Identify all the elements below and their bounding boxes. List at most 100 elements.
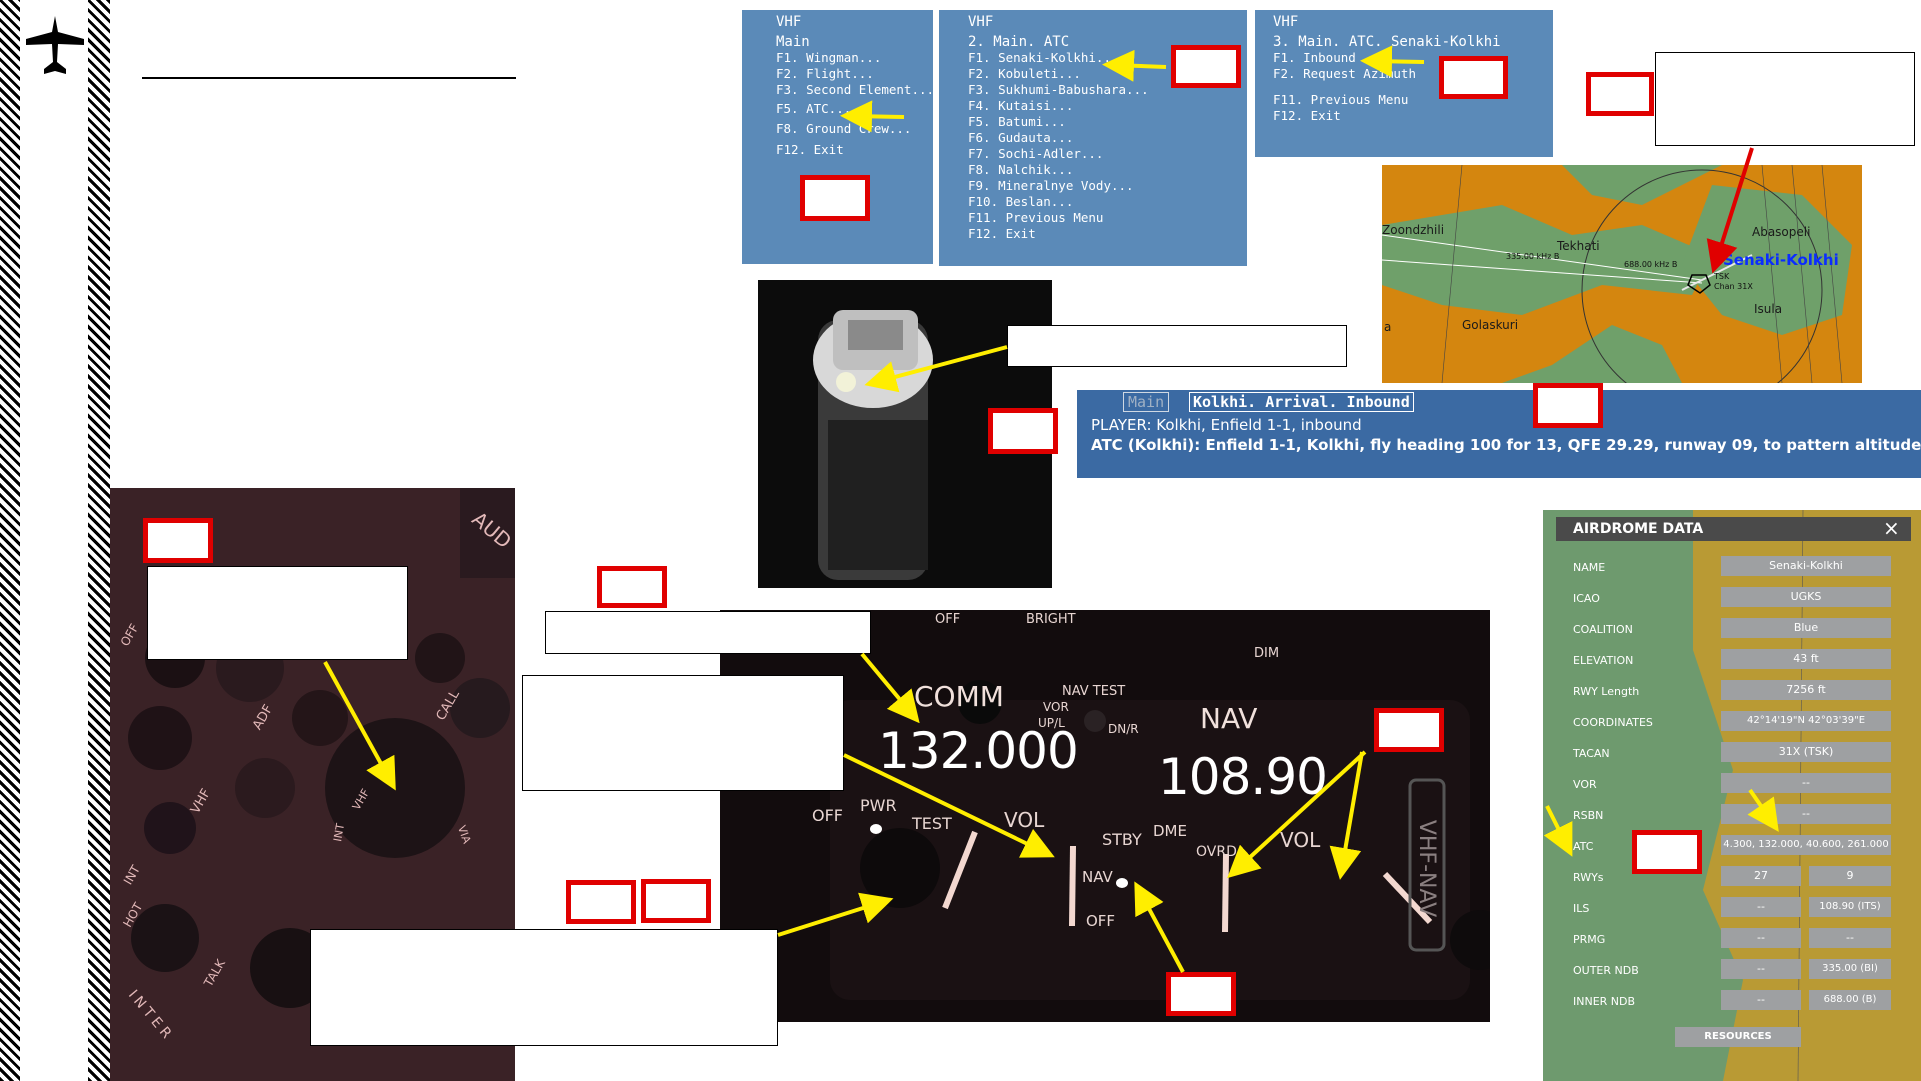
airdrome-value-outer-ndb-left: -- bbox=[1721, 959, 1801, 979]
callout-box-audio bbox=[143, 518, 213, 563]
menu-item-inbound[interactable]: F1. Inbound bbox=[1273, 50, 1553, 66]
resources-button[interactable]: RESOURCES bbox=[1675, 1027, 1801, 1047]
menu-item-previous[interactable]: F11. Previous Menu bbox=[968, 210, 1247, 226]
airdrome-value-inner-ndb-left: -- bbox=[1721, 990, 1801, 1010]
menu-item-request-azimuth[interactable]: F2. Request Azimuth bbox=[1273, 66, 1553, 82]
airdrome-data-panel: AIRDROME DATA × NAME Senaki-Kolkhi ICAO UG… bbox=[1543, 510, 1921, 1081]
airdrome-label-name: NAME bbox=[1573, 561, 1606, 574]
label-dme: DME bbox=[1153, 822, 1187, 840]
chat-tab-active[interactable]: Kolkhi. Arrival. Inbound bbox=[1189, 392, 1414, 412]
aircraft-icon bbox=[24, 14, 86, 78]
callout-box-menu-atc bbox=[1171, 45, 1241, 88]
airdrome-value-coordinates: 42°14'19"N 42°03'39"E bbox=[1721, 711, 1891, 731]
airdrome-header: AIRDROME DATA bbox=[1573, 521, 1704, 537]
airdrome-value-rwys-right: 9 bbox=[1809, 866, 1891, 886]
map-panel: Zoondzhili Tekhati Abasopeli Golaskuri I… bbox=[1382, 165, 1862, 383]
airdrome-value-icao: UGKS bbox=[1721, 587, 1891, 607]
menu-item-mineralnye[interactable]: F9. Mineralnye Vody... bbox=[968, 178, 1247, 194]
vhf-main-menu: VHF Main F1. Wingman... F2. Flight... F3… bbox=[742, 10, 934, 264]
label-vor: VOR bbox=[1043, 700, 1069, 714]
label-nav-test: NAV TEST bbox=[1062, 684, 1126, 699]
menu-item-wingman[interactable]: F1. Wingman... bbox=[776, 50, 933, 66]
menu-item-exit[interactable]: F12. Exit bbox=[968, 226, 1247, 242]
label-ovrd: OVRD bbox=[1196, 844, 1237, 860]
menu-item-beslan[interactable]: F10. Beslan... bbox=[968, 194, 1247, 210]
senaki-menu: VHF 3. Main. ATC. Senaki-Kolkhi F1. Inbo… bbox=[1255, 10, 1553, 157]
airdrome-label-coalition: COALITION bbox=[1573, 623, 1633, 636]
airdrome-label-vor: VOR bbox=[1573, 778, 1597, 791]
airdrome-label-elevation: ELEVATION bbox=[1573, 654, 1634, 667]
airdrome-label-tacan: TACAN bbox=[1573, 747, 1610, 760]
note-box-switch bbox=[1007, 325, 1347, 367]
airdrome-value-prmg-left: -- bbox=[1721, 928, 1801, 948]
map-airfield-label: Senaki-Kolkhi bbox=[1723, 251, 1839, 269]
airdrome-value-inner-ndb-right: 688.00 (B) bbox=[1809, 990, 1891, 1010]
label-stby: STBY bbox=[1102, 830, 1142, 849]
comm-nav-panel-photo: OFF BRIGHT DIM COMM 132.000 NAV TEST VOR… bbox=[720, 610, 1490, 1022]
label-pwr: PWR bbox=[860, 796, 897, 815]
label-bright: BRIGHT bbox=[1026, 612, 1076, 627]
map-label-isula: Isula bbox=[1754, 302, 1783, 316]
airdrome-value-ils-right: 108.90 (ITS) bbox=[1809, 897, 1891, 917]
nav-test-switch[interactable] bbox=[1084, 710, 1106, 732]
map-label-a: a bbox=[1384, 320, 1392, 334]
airdrome-value-elevation: 43 ft bbox=[1721, 649, 1891, 669]
menu-item-nalchik[interactable]: F8. Nalchik... bbox=[968, 162, 1247, 178]
airdrome-value-coalition: Blue bbox=[1721, 618, 1891, 638]
menu-item-second-element[interactable]: F3. Second Element... bbox=[776, 82, 934, 98]
menu-item-sochi[interactable]: F7. Sochi-Adler... bbox=[968, 146, 1247, 162]
callout-box-switch bbox=[988, 408, 1058, 454]
map-label-abasopeli: Abasopeli bbox=[1752, 225, 1811, 239]
label-off-pwr: OFF bbox=[812, 806, 843, 825]
power-knob[interactable] bbox=[870, 824, 882, 834]
callout-box-map bbox=[1586, 72, 1654, 116]
map-freq-outer: 335.00 kHz B bbox=[1506, 252, 1560, 261]
airdrome-label-coordinates: COORDINATES bbox=[1573, 716, 1653, 729]
menu-item-gudauta[interactable]: F6. Gudauta... bbox=[968, 130, 1247, 146]
label-vhf-nav: VHF-NAV bbox=[1414, 819, 1440, 918]
label-nav: NAV bbox=[1200, 702, 1258, 735]
airdrome-label-icao: ICAO bbox=[1573, 592, 1600, 605]
close-icon[interactable]: × bbox=[1883, 516, 1900, 540]
airdrome-label-outer-ndb: OUTER NDB bbox=[1573, 964, 1639, 977]
menu-item-batumi[interactable]: F5. Batumi... bbox=[968, 114, 1247, 130]
callout-box-mode bbox=[1166, 972, 1236, 1016]
note-box-comm-top bbox=[545, 611, 871, 654]
airdrome-value-rsbn: -- bbox=[1721, 804, 1891, 824]
menu-item-ground-crew[interactable]: F8. Ground Crew... bbox=[776, 121, 933, 137]
menu-title: 3. Main. ATC. Senaki-Kolkhi bbox=[1273, 34, 1501, 50]
airdrome-value-ils-left: -- bbox=[1721, 897, 1801, 917]
airdrome-label-prmg: PRMG bbox=[1573, 933, 1606, 946]
note-box-map bbox=[1655, 52, 1915, 146]
chat-tab-main[interactable]: Main bbox=[1123, 392, 1170, 412]
sidebar-stripe-left bbox=[0, 0, 20, 1081]
note-box-comm-mid bbox=[522, 675, 844, 791]
menu-item-atc[interactable]: F5. ATC... bbox=[776, 101, 933, 117]
label-upl: UP/L bbox=[1038, 716, 1065, 730]
label-off-bright: OFF bbox=[935, 612, 961, 627]
title-underline bbox=[142, 77, 516, 79]
airdrome-label-ils: ILS bbox=[1573, 902, 1590, 915]
label-off-switch: OFF bbox=[1086, 912, 1116, 930]
menu-item-flight[interactable]: F2. Flight... bbox=[776, 66, 933, 82]
comm-frequency-display: 132.000 bbox=[878, 722, 1079, 780]
label-nav-switch: NAV bbox=[1082, 868, 1113, 886]
map-freq-inner: 688.00 kHz B bbox=[1624, 260, 1678, 269]
airdrome-value-outer-ndb-right: 335.00 (BI) bbox=[1809, 959, 1891, 979]
nav-mode-knob[interactable] bbox=[1116, 878, 1128, 888]
airdrome-label-rsbn: RSBN bbox=[1573, 809, 1604, 822]
callout-box-pwr-a bbox=[566, 880, 636, 924]
map-chan-label: Chan 31X bbox=[1714, 282, 1753, 291]
airdrome-value-prmg-right: -- bbox=[1809, 928, 1891, 948]
airdrome-value-rwys-left: 27 bbox=[1721, 866, 1801, 886]
callout-box-nav bbox=[1374, 708, 1444, 752]
menu-item-exit[interactable]: F12. Exit bbox=[776, 142, 933, 158]
menu-radio: VHF bbox=[776, 14, 802, 30]
callout-box-chat bbox=[1533, 383, 1603, 428]
map-label-tekhati: Tekhati bbox=[1557, 239, 1600, 253]
menu-item-exit[interactable]: F12. Exit bbox=[1273, 108, 1553, 124]
menu-item-kutaisi[interactable]: F4. Kutaisi... bbox=[968, 98, 1247, 114]
menu-item-previous[interactable]: F11. Previous Menu bbox=[1273, 92, 1553, 108]
menu-title: Main bbox=[776, 34, 810, 50]
airdrome-label-atc: ATC bbox=[1573, 840, 1594, 853]
